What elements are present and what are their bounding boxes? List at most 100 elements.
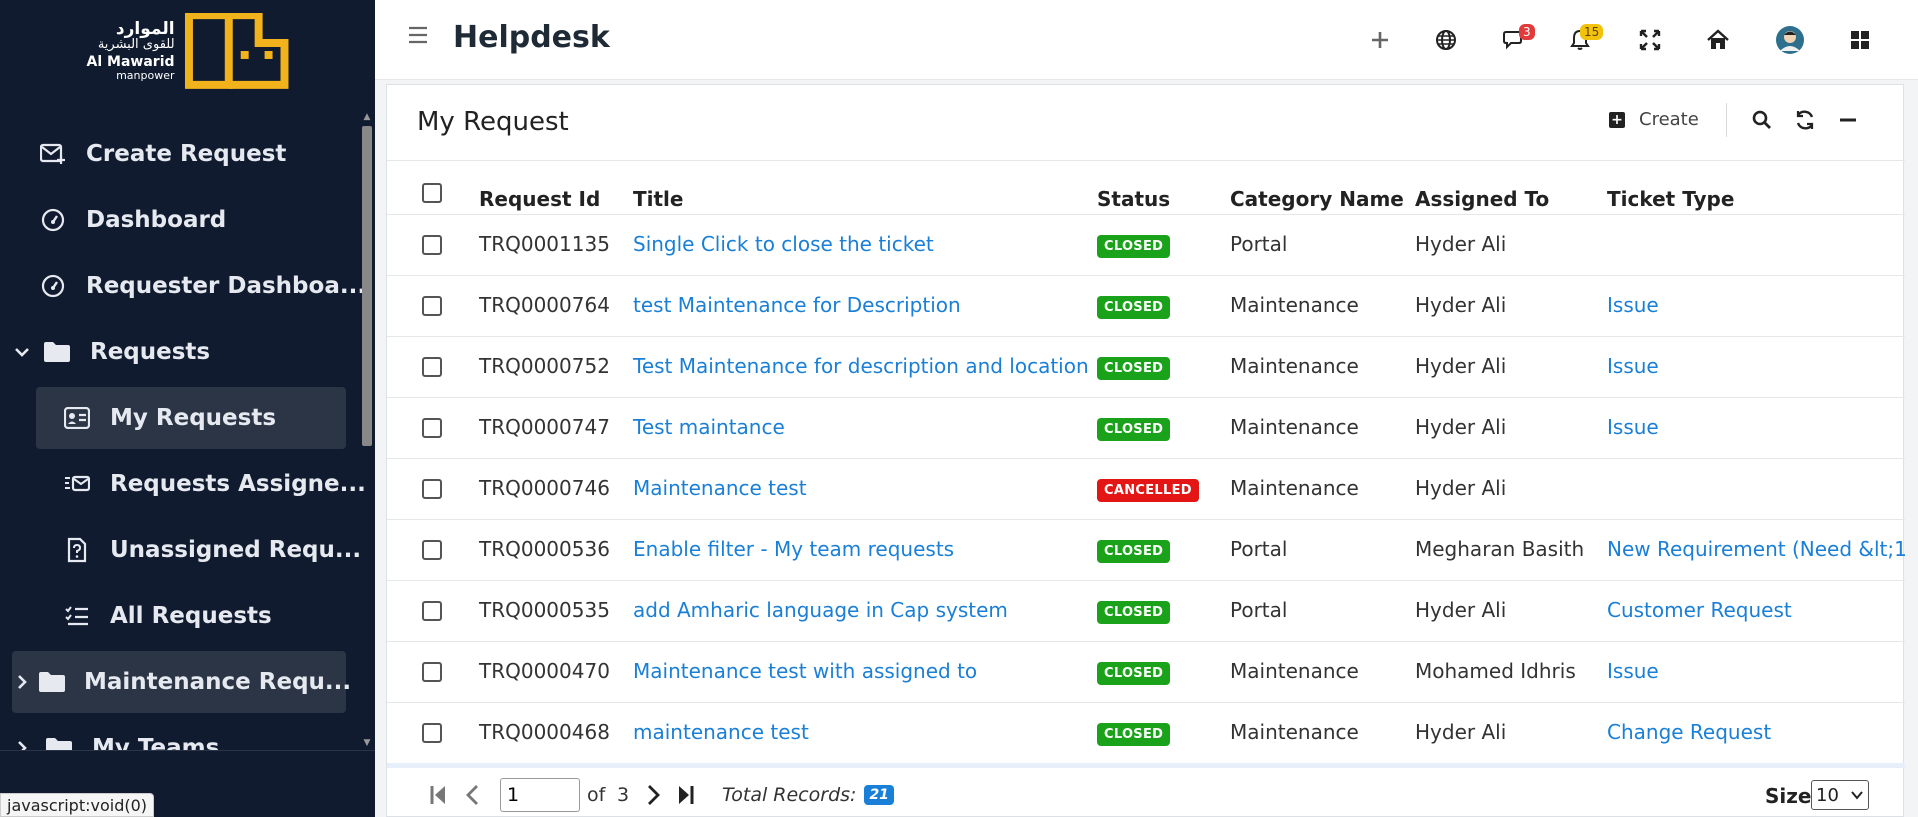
ticket-type-link[interactable]: Change Request (1607, 720, 1905, 744)
folder-icon (38, 667, 66, 697)
globe-icon[interactable] (1428, 22, 1464, 58)
column-header-category-name[interactable]: Category Name (1230, 187, 1404, 211)
column-header-request-id[interactable]: Request Id (479, 187, 600, 211)
status-badge: CLOSED (1097, 662, 1171, 685)
sidebar-group-requests[interactable]: Requests (14, 321, 210, 383)
home-icon[interactable] (1700, 22, 1736, 58)
brand-english-tagline: manpower (116, 69, 175, 83)
apps-grid-icon[interactable] (1842, 22, 1878, 58)
request-id: TRQ0000752 (479, 354, 610, 378)
brand-arabic-tagline: للقوى البشرية (97, 37, 175, 53)
sidebar-item-requester-dashboard[interactable]: Requester Dashboa... (38, 255, 366, 317)
scroll-down-icon[interactable]: ▼ (360, 738, 374, 750)
request-title-link[interactable]: Test maintance (633, 415, 785, 439)
row-checkbox[interactable] (422, 357, 442, 377)
ticket-type-link[interactable]: Issue (1607, 415, 1905, 439)
request-title-link[interactable]: Enable filter - My team requests (633, 537, 954, 561)
previous-page-icon[interactable] (459, 780, 485, 810)
fullscreen-icon[interactable] (1632, 22, 1668, 58)
last-page-icon[interactable] (673, 780, 699, 810)
row-checkbox[interactable] (422, 723, 442, 743)
search-icon[interactable] (1744, 103, 1780, 137)
page-size-value: 10 (1816, 784, 1839, 806)
row-checkbox[interactable] (422, 540, 442, 560)
first-page-icon[interactable] (425, 780, 451, 810)
column-header-status[interactable]: Status (1097, 187, 1170, 211)
row-checkbox[interactable] (422, 662, 442, 682)
request-title-link[interactable]: add Amharic language in Cap system (633, 598, 1008, 622)
request-title-link[interactable]: Maintenance test with assigned to (633, 659, 977, 683)
sidebar-item-dashboard[interactable]: Dashboard (38, 189, 226, 251)
request-title-link[interactable]: Single Click to close the ticket (633, 232, 934, 256)
ticket-type-link[interactable]: Issue (1607, 293, 1905, 317)
total-records-count-badge: 21 (864, 785, 894, 805)
sidebar-item-unassigned-requests[interactable]: Unassigned Requ... (62, 519, 361, 581)
table-row: TRQ0000747 Test maintance CLOSED Maintenanc… (387, 397, 1905, 458)
row-checkbox[interactable] (422, 479, 442, 499)
ticket-type-link[interactable]: Issue (1607, 354, 1905, 378)
add-icon[interactable] (1362, 22, 1398, 58)
refresh-icon[interactable] (1787, 103, 1823, 137)
user-avatar[interactable] (1772, 22, 1808, 58)
category-name: Maintenance (1230, 354, 1359, 378)
sidebar-item-label: All Requests (110, 603, 272, 629)
ticket-type-link[interactable]: Issue (1607, 659, 1905, 683)
sidebar-group-maintenance-requests[interactable]: Maintenance Requ... (12, 651, 351, 713)
minimize-icon[interactable] (1830, 103, 1866, 137)
category-name: Maintenance (1230, 720, 1359, 744)
sidebar-item-create-request[interactable]: Create Request (38, 123, 286, 185)
request-title-link[interactable]: Test Maintenance for description and loc… (633, 354, 1089, 378)
table-row: TRQ0000468 maintenance test CLOSED Maintena… (387, 702, 1905, 763)
assigned-to: Hyder Ali (1415, 598, 1507, 622)
row-checkbox[interactable] (422, 296, 442, 316)
assigned-to: Hyder Ali (1415, 720, 1507, 744)
create-button[interactable]: + Create (1609, 109, 1699, 130)
page-size-label: Size (1765, 784, 1812, 808)
sidebar-item-label: Dashboard (86, 207, 227, 233)
row-checkbox[interactable] (422, 601, 442, 621)
column-header-title[interactable]: Title (633, 187, 683, 211)
row-checkbox[interactable] (422, 418, 442, 438)
next-page-icon[interactable] (641, 780, 667, 810)
status-badge: CLOSED (1097, 601, 1171, 624)
menu-toggle-icon[interactable] (408, 26, 428, 48)
gauge-icon (38, 271, 68, 301)
request-title-link[interactable]: Maintenance test (633, 476, 807, 500)
request-id: TRQ0000535 (479, 598, 610, 622)
column-header-assigned-to[interactable]: Assigned To (1415, 187, 1549, 211)
top-header: Helpdesk 3 15 (375, 0, 1918, 80)
messages-count-badge: 3 (1519, 24, 1535, 40)
request-title-link[interactable]: test Maintenance for Description (633, 293, 961, 317)
sidebar-item-my-requests[interactable]: My Requests (36, 387, 346, 449)
request-id: TRQ0000468 (479, 720, 610, 744)
sidebar-scrollbar[interactable]: ▲ ▼ (360, 112, 374, 752)
ticket-type-link[interactable]: Customer Request (1607, 598, 1905, 622)
table-row: TRQ0001135 Single Click to close the tick… (387, 214, 1905, 275)
page-title: My Request (417, 107, 569, 137)
scroll-thumb[interactable] (362, 126, 372, 446)
notifications-icon[interactable]: 15 (1562, 22, 1604, 58)
table-row: TRQ0000470 Maintenance test with assigned… (387, 641, 1905, 702)
mail-plus-icon (38, 139, 68, 169)
sidebar-item-requests-assigned[interactable]: Requests Assigne... (62, 453, 366, 515)
brand-logo[interactable]: الموارد للقوى البشرية Al Mawarid manpowe… (75, 12, 290, 90)
request-id: TRQ0000470 (479, 659, 610, 683)
category-name: Portal (1230, 598, 1288, 622)
status-badge: CLOSED (1097, 418, 1171, 441)
column-header-ticket-type[interactable]: Ticket Type (1607, 187, 1734, 211)
category-name: Maintenance (1230, 415, 1359, 439)
total-pages: 3 (617, 784, 630, 806)
row-checkbox[interactable] (422, 235, 442, 255)
messages-icon[interactable]: 3 (1497, 22, 1535, 58)
request-title-link[interactable]: maintenance test (633, 720, 809, 744)
scroll-up-icon[interactable]: ▲ (360, 112, 374, 124)
assigned-to: Hyder Ali (1415, 354, 1507, 378)
select-all-checkbox[interactable] (422, 183, 442, 203)
sidebar-item-all-requests[interactable]: All Requests (62, 585, 272, 647)
ticket-type-link[interactable]: New Requirement (Need &lt;15 (1607, 537, 1905, 561)
notifications-count-badge: 15 (1580, 24, 1604, 40)
page-number-input[interactable] (500, 778, 580, 812)
brand-arabic-name: الموارد (115, 18, 175, 39)
assigned-to: Megharan Basith (1415, 537, 1585, 561)
page-size-select[interactable]: 10 (1811, 780, 1869, 810)
